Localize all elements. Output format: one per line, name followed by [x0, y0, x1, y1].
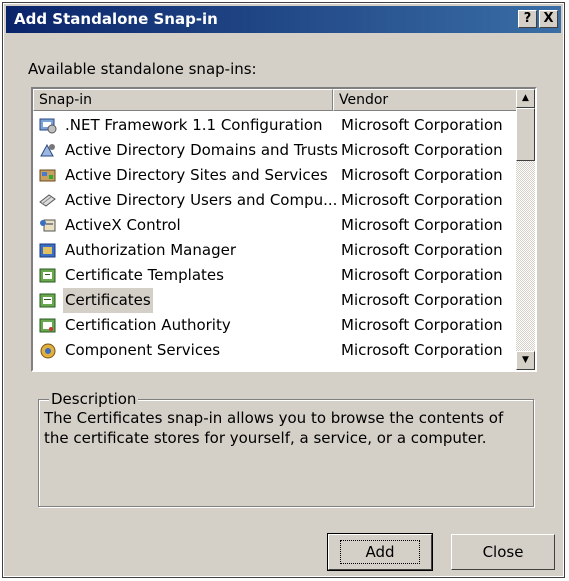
snapin-listview[interactable]: Snap-in Vendor .NET Framework 1.1 Config…: [31, 87, 537, 372]
title-bar[interactable]: Add Standalone Snap-in ? X: [6, 6, 561, 33]
certification-authority-icon: [39, 317, 57, 334]
close-button[interactable]: Close: [451, 534, 555, 570]
snapin-vendor: Microsoft Corporation: [341, 191, 503, 209]
description-group: Description The Certificates snap-in all…: [38, 390, 534, 507]
activex-icon: [39, 217, 57, 234]
authorization-icon: [39, 242, 57, 259]
scroll-thumb[interactable]: [516, 108, 535, 161]
snapin-vendor: Microsoft Corporation: [341, 316, 503, 334]
list-item[interactable]: Certificates Microsoft Corporation: [33, 288, 517, 313]
list-item[interactable]: Component Services Microsoft Corporation: [33, 338, 517, 363]
certificates-icon: [39, 292, 57, 309]
list-item[interactable]: ActiveX Control Microsoft Corporation: [33, 213, 517, 238]
ad-sites-icon: [39, 167, 57, 184]
window-title: Add Standalone Snap-in: [14, 10, 218, 28]
snapin-vendor: Microsoft Corporation: [341, 116, 503, 134]
ad-users-icon: [39, 192, 57, 209]
list-item[interactable]: Active Directory Users and Compu... Micro…: [33, 188, 517, 213]
column-header-vendor[interactable]: Vendor: [333, 89, 533, 111]
snapin-vendor: Microsoft Corporation: [341, 241, 503, 259]
add-standalone-snapin-dialog: Add Standalone Snap-in ? X Available sta…: [2, 2, 565, 578]
list-item[interactable]: Certification Authority Microsoft Corpora…: [33, 313, 517, 338]
snapin-name: Component Services: [65, 341, 221, 359]
net-config-icon: [39, 117, 57, 134]
ad-domains-icon: [39, 142, 57, 159]
snapin-name: Certification Authority: [65, 316, 231, 334]
snapin-name: Active Directory Domains and Trusts: [65, 141, 338, 159]
snapin-name: Active Directory Users and Compu...: [65, 191, 338, 209]
snapin-name: Certificate Templates: [65, 266, 224, 284]
snapin-vendor: Microsoft Corporation: [341, 341, 503, 359]
description-text: The Certificates snap-in allows you to b…: [44, 409, 504, 447]
snapin-vendor: Microsoft Corporation: [341, 216, 503, 234]
add-button-label: Add: [340, 540, 420, 564]
snapin-vendor: Microsoft Corporation: [341, 266, 503, 284]
list-item[interactable]: .NET Framework 1.1 Configuration Microsof…: [33, 113, 517, 138]
available-snapins-label: Available standalone snap-ins:: [28, 60, 257, 78]
snapin-vendor: Microsoft Corporation: [341, 166, 503, 184]
description-label: Description: [49, 390, 139, 408]
scroll-up-button[interactable]: ▲: [516, 89, 535, 108]
column-header-snapin[interactable]: Snap-in: [33, 89, 333, 111]
add-button[interactable]: Add: [327, 533, 433, 571]
help-button[interactable]: ?: [518, 10, 537, 28]
snapin-vendor: Microsoft Corporation: [341, 141, 503, 159]
list-item[interactable]: Active Directory Domains and Trusts Micro…: [33, 138, 517, 163]
snapin-name: ActiveX Control: [65, 216, 181, 234]
snapin-name: .NET Framework 1.1 Configuration: [65, 116, 323, 134]
snapin-name: Active Directory Sites and Services: [65, 166, 328, 184]
snapin-name: Certificates: [63, 288, 153, 313]
component-services-icon: [39, 342, 57, 359]
close-window-button[interactable]: X: [539, 10, 558, 28]
certificate-templates-icon: [39, 267, 57, 284]
scroll-down-button[interactable]: ▼: [516, 351, 535, 370]
list-item[interactable]: Certificate Templates Microsoft Corporati…: [33, 263, 517, 288]
snapin-name: Authorization Manager: [65, 241, 236, 259]
list-item[interactable]: Active Directory Sites and Services Micro…: [33, 163, 517, 188]
snapin-vendor: Microsoft Corporation: [341, 291, 503, 309]
list-item[interactable]: Authorization Manager Microsoft Corporati…: [33, 238, 517, 263]
vertical-scrollbar[interactable]: ▲ ▼: [516, 89, 535, 370]
